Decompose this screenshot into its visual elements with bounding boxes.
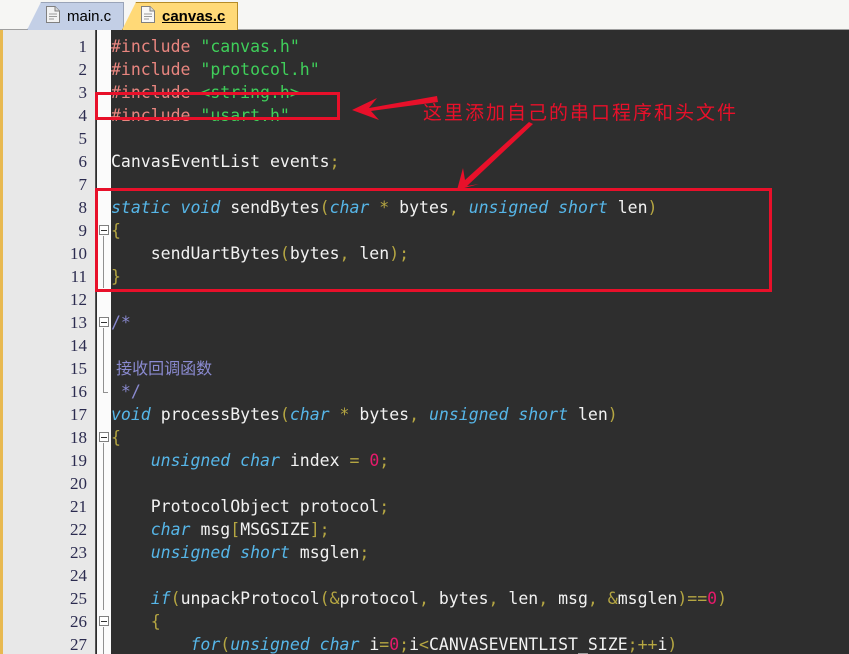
fold-guide-line bbox=[103, 380, 104, 392]
fold-guide-line bbox=[103, 633, 104, 654]
fold-guide-line bbox=[103, 518, 104, 541]
line-number: 9 bbox=[78, 221, 88, 240]
tab-canvas-c[interactable]: canvas.c bbox=[122, 2, 239, 30]
code-line[interactable]: unsigned char index = 0; bbox=[111, 449, 389, 472]
code-line[interactable]: unsigned short msglen; bbox=[111, 541, 370, 564]
fold-guide-line bbox=[103, 357, 104, 380]
line-number: 15 bbox=[70, 359, 87, 378]
editor-tab-bar: main.c canvas.c bbox=[0, 0, 849, 30]
line-number: 21 bbox=[70, 497, 87, 516]
line-number: 1 bbox=[78, 37, 88, 56]
code-editor[interactable]: 1 2 3 4 5 6 7 8 9 10 11 12 13 14 15 16 17 18 19 20 21 22 23 24 2… bbox=[0, 30, 849, 654]
line-number: 3 bbox=[78, 83, 88, 102]
line-number: 18 bbox=[70, 428, 87, 447]
code-line[interactable]: { bbox=[111, 219, 121, 242]
code-line[interactable]: char msg[MSGSIZE]; bbox=[111, 518, 330, 541]
line-number: 5 bbox=[78, 129, 88, 148]
tab-label: canvas.c bbox=[162, 8, 226, 25]
line-number-gutter: 1 2 3 4 5 6 7 8 9 10 11 12 13 14 15 16 17 18 19 20 21 22 23 24 2… bbox=[3, 30, 96, 654]
document-icon bbox=[141, 6, 155, 27]
fold-toggle-icon[interactable] bbox=[99, 432, 109, 442]
line-number: 13 bbox=[70, 313, 87, 332]
line-number: 8 bbox=[78, 198, 88, 217]
code-line[interactable]: { bbox=[111, 426, 121, 449]
line-number: 12 bbox=[70, 290, 87, 309]
fold-toggle-icon[interactable] bbox=[99, 616, 109, 626]
code-line[interactable]: ProtocolObject protocol; bbox=[111, 495, 389, 518]
code-line[interactable]: #include <string.h> bbox=[111, 81, 300, 104]
code-line[interactable]: */ bbox=[111, 380, 141, 403]
line-number: 7 bbox=[78, 175, 88, 194]
code-line[interactable]: #include "usart.h" bbox=[111, 104, 290, 127]
code-line[interactable]: if(unpackProtocol(&protocol, bytes, len,… bbox=[111, 587, 727, 610]
line-number: 16 bbox=[70, 382, 87, 401]
fold-guide-line bbox=[103, 242, 104, 265]
code-line[interactable]: sendUartBytes(bytes, len); bbox=[111, 242, 409, 265]
fold-guide-line bbox=[103, 541, 104, 564]
fold-guide-line bbox=[103, 564, 104, 587]
code-line[interactable]: { bbox=[111, 610, 161, 633]
fold-guide-line bbox=[103, 334, 104, 357]
code-line[interactable]: } bbox=[111, 265, 121, 288]
fold-guide-line bbox=[103, 265, 104, 288]
code-line[interactable]: for(unsigned char i=0;i<CANVASEVENTLIST_… bbox=[111, 633, 677, 654]
fold-guide-line bbox=[103, 472, 104, 495]
line-number: 26 bbox=[70, 612, 87, 631]
fold-guide-line bbox=[103, 449, 104, 472]
line-number: 22 bbox=[70, 520, 87, 539]
code-folding-column[interactable] bbox=[97, 30, 111, 654]
fold-toggle-icon[interactable] bbox=[99, 317, 109, 327]
line-number: 6 bbox=[78, 152, 88, 171]
line-number: 17 bbox=[70, 405, 87, 424]
code-line[interactable]: 接收回调函数 bbox=[111, 357, 212, 380]
line-number: 25 bbox=[70, 589, 87, 608]
annotation-note: 这里添加自己的串口程序和头文件 bbox=[423, 102, 739, 124]
line-number: 2 bbox=[78, 60, 88, 79]
fold-toggle-icon[interactable] bbox=[99, 225, 109, 235]
line-number: 4 bbox=[78, 106, 88, 125]
fold-guide-line bbox=[103, 495, 104, 518]
line-number: 27 bbox=[70, 635, 87, 654]
line-number: 24 bbox=[70, 566, 87, 585]
tab-main-c[interactable]: main.c bbox=[27, 2, 125, 30]
line-number: 14 bbox=[70, 336, 87, 355]
line-number: 10 bbox=[70, 244, 87, 263]
code-line[interactable]: #include "canvas.h" bbox=[111, 35, 300, 58]
fold-guide-end bbox=[103, 392, 108, 393]
line-number: 11 bbox=[70, 267, 87, 286]
line-number: 23 bbox=[70, 543, 87, 562]
fold-guide-line bbox=[103, 587, 104, 610]
code-line[interactable]: #include "protocol.h" bbox=[111, 58, 320, 81]
code-line[interactable]: static void sendBytes(char * bytes, unsi… bbox=[111, 196, 657, 219]
code-line[interactable]: void processBytes(char * bytes, unsigned… bbox=[111, 403, 618, 426]
code-line[interactable]: /* bbox=[111, 311, 131, 334]
code-line[interactable]: CanvasEventList events; bbox=[111, 150, 340, 173]
line-number: 19 bbox=[70, 451, 87, 470]
tab-label: main.c bbox=[67, 8, 112, 25]
code-editor-window: main.c canvas.c 1 2 3 4 5 6 7 8 9 10 11 12 13 14 15 16 1… bbox=[0, 0, 849, 654]
line-number: 20 bbox=[70, 474, 87, 493]
document-icon bbox=[46, 6, 60, 27]
